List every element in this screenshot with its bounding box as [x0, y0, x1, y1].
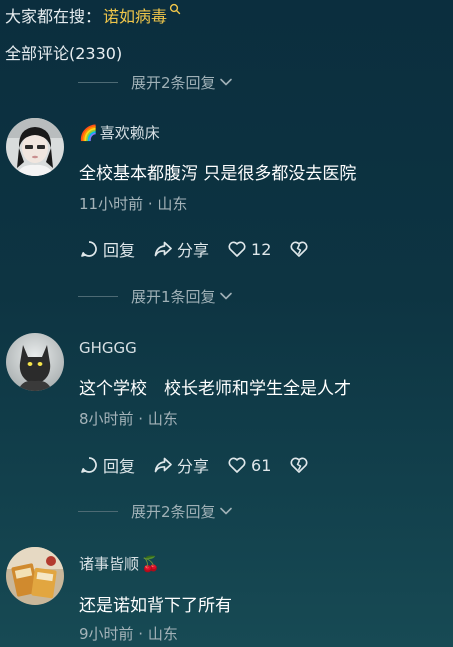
search-icon[interactable]	[169, 3, 181, 15]
comment-text: 这个学校 校长老师和学生全是人才	[79, 379, 351, 399]
username-text: 喜欢赖床	[99, 124, 160, 142]
comments-count-header: 全部评论(2330)	[5, 44, 123, 63]
comment-username[interactable]: 🌈 喜欢赖床	[79, 122, 160, 143]
username-text: GHGGG	[79, 339, 137, 357]
search-suggestion-term[interactable]: 诺如病毒	[103, 3, 167, 27]
heart-icon	[228, 457, 246, 473]
expand-replies-label: 展开2条回复	[131, 502, 216, 521]
divider-line	[78, 295, 118, 297]
search-suggestion-prefix: 大家都在搜：	[5, 7, 102, 26]
comment-meta: 11小时前 · 山东	[79, 195, 188, 213]
comment-actions: 回复 分享 61	[79, 453, 309, 477]
reply-button[interactable]: 回复	[79, 237, 135, 261]
dislike-button[interactable]	[289, 239, 309, 259]
like-button[interactable]: 12	[227, 239, 271, 259]
expand-replies-button[interactable]: 展开2条回复	[78, 499, 233, 523]
avatar[interactable]	[6, 118, 64, 176]
username-emoji: 🌈	[79, 123, 98, 142]
reply-button[interactable]: 回复	[79, 453, 135, 477]
broken-heart-icon	[290, 241, 308, 257]
search-suggestion[interactable]: 大家都在搜： 诺如病毒	[5, 2, 181, 28]
heart-icon	[228, 241, 246, 257]
like-count: 12	[251, 239, 272, 259]
reply-label: 回复	[103, 241, 136, 260]
reply-icon	[81, 457, 97, 473]
share-icon	[154, 241, 172, 257]
share-label: 分享	[177, 241, 210, 260]
expand-replies-button[interactable]: 展开1条回复	[78, 284, 233, 308]
comment-text: 还是诺如背下了所有	[79, 596, 232, 616]
chevron-down-icon	[219, 292, 232, 300]
divider-line	[78, 510, 118, 512]
broken-heart-icon	[290, 457, 308, 473]
avatar[interactable]	[6, 333, 64, 391]
share-button[interactable]: 分享	[153, 237, 209, 261]
username-emoji: 🍒	[141, 554, 160, 573]
expand-replies-button[interactable]: 展开2条回复	[78, 70, 233, 94]
chevron-down-icon	[219, 78, 232, 86]
username-text: 诸事皆顺	[79, 555, 140, 573]
comment-username[interactable]: GHGGG	[79, 339, 137, 357]
dislike-button[interactable]	[289, 455, 309, 475]
expand-replies-label: 展开2条回复	[131, 73, 216, 92]
expand-replies-label: 展开1条回复	[131, 287, 216, 306]
comment-text: 全校基本都腹泻 只是很多都没去医院	[79, 164, 357, 184]
divider-line	[78, 81, 118, 83]
comment-meta: 8小时前 · 山东	[79, 410, 178, 428]
reply-label: 回复	[103, 457, 136, 476]
comment-actions: 回复 分享 12	[79, 237, 309, 261]
chevron-down-icon	[219, 507, 232, 515]
share-button[interactable]: 分享	[153, 453, 209, 477]
like-count: 61	[251, 455, 272, 475]
like-button[interactable]: 61	[227, 455, 271, 475]
avatar[interactable]	[6, 547, 64, 605]
reply-icon	[81, 241, 97, 257]
share-label: 分享	[177, 457, 210, 476]
comment-username[interactable]: 诸事皆顺 🍒	[79, 553, 162, 574]
share-icon	[154, 457, 172, 473]
comment-meta: 9小时前 · 山东	[79, 625, 178, 643]
